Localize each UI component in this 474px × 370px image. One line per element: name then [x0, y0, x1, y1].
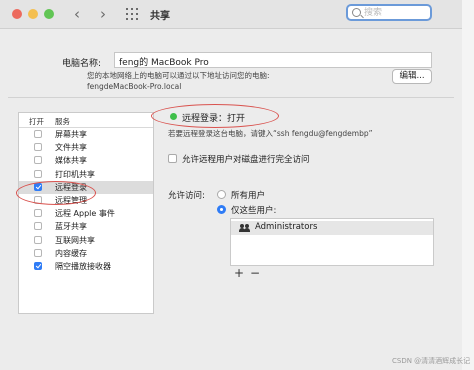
- service-checkbox[interactable]: [34, 222, 42, 231]
- service-label: 打印机共享: [55, 169, 95, 179]
- remove-user-button[interactable]: −: [250, 266, 260, 280]
- service-label: 屏幕共享: [55, 130, 87, 139]
- back-arrow-icon[interactable]: ‹: [74, 5, 80, 23]
- title-bar: ‹ › 共享: [0, 0, 462, 29]
- service-list-header: 打开 服务: [19, 113, 153, 128]
- add-user-button[interactable]: +: [234, 266, 244, 280]
- service-label: 蓝牙共享: [55, 222, 87, 232]
- zoom-button[interactable]: [44, 9, 54, 19]
- service-row[interactable]: 远程 Apple 事件: [19, 207, 153, 220]
- all-users-label: 所有用户: [231, 191, 266, 201]
- service-checkbox[interactable]: [34, 235, 42, 244]
- edit-button[interactable]: 编辑...: [392, 69, 432, 84]
- service-label: 内容缓存: [55, 248, 87, 258]
- forward-arrow-icon[interactable]: ›: [100, 5, 106, 23]
- service-row[interactable]: 内容缓存: [19, 247, 153, 260]
- service-row[interactable]: 互联网共享: [19, 234, 153, 247]
- service-row[interactable]: 打印机共享: [19, 168, 153, 181]
- group-icon: [239, 224, 251, 233]
- service-label: 文件共享: [55, 143, 87, 153]
- service-row[interactable]: 媒体共享: [19, 154, 153, 167]
- service-checkbox[interactable]: [34, 130, 42, 138]
- all-users-radio[interactable]: [217, 190, 226, 199]
- computer-name-label: 电脑名称:: [62, 59, 102, 69]
- service-checkbox[interactable]: [34, 209, 42, 218]
- users-list: Administrators: [230, 218, 434, 266]
- full-disk-access-checkbox[interactable]: [168, 154, 177, 163]
- column-header-on: 打开: [29, 117, 44, 126]
- ssh-hint: 若要远程登录这台电脑，请键入“ssh fengdu@fengdembp”: [168, 129, 373, 138]
- full-disk-access-label: 允许远程用户对磁盘进行完全访问: [182, 155, 310, 165]
- service-label: 隔空播放接收器: [55, 262, 111, 271]
- service-checkbox[interactable]: [34, 248, 42, 257]
- service-checkbox[interactable]: [34, 156, 42, 165]
- annotation-ellipse-status: [151, 104, 279, 128]
- computer-name-input[interactable]: feng的 MacBook Pro: [114, 52, 432, 68]
- allow-access-label: 允许访问:: [168, 191, 205, 201]
- service-checkbox[interactable]: [34, 169, 42, 178]
- computer-address-note: 您的本地网络上的电脑可以通过以下地址访问您的电脑:: [87, 71, 270, 80]
- service-checkbox[interactable]: [34, 143, 42, 152]
- watermark: CSDN @清清酒辉成长记: [392, 357, 471, 365]
- column-header-service: 服务: [55, 117, 70, 126]
- annotation-ellipse-remote-login: [16, 181, 96, 205]
- service-row[interactable]: 蓝牙共享: [19, 220, 153, 233]
- service-list: 打开 服务 屏幕共享 文件共享 媒体共享 打印机共享 远程登录 远程管理 远程 Apple …: [18, 112, 154, 314]
- search-field[interactable]: [346, 4, 432, 21]
- show-all-grid-icon[interactable]: [126, 8, 138, 20]
- window-title: 共享: [150, 11, 170, 22]
- user-row[interactable]: Administrators: [231, 221, 433, 235]
- search-icon: [352, 8, 361, 17]
- only-these-users-label: 仅这些用户:: [231, 206, 277, 216]
- search-input[interactable]: [364, 6, 426, 19]
- user-name: Administrators: [255, 222, 318, 232]
- service-row[interactable]: 隔空播放接收器: [19, 260, 153, 273]
- minimize-button[interactable]: [28, 9, 38, 19]
- service-label: 互联网共享: [55, 235, 95, 245]
- service-row[interactable]: 文件共享: [19, 141, 153, 154]
- service-label: 远程 Apple 事件: [55, 209, 115, 219]
- computer-address: fengdeMacBook-Pro.local: [87, 82, 182, 91]
- close-button[interactable]: [12, 9, 22, 19]
- service-label: 媒体共享: [55, 156, 87, 166]
- sharing-window: ‹ › 共享 电脑名称: feng的 MacBook Pro 您的本地网络上的电…: [0, 0, 463, 370]
- only-these-users-radio[interactable]: [217, 205, 226, 214]
- service-checkbox[interactable]: [34, 262, 42, 270]
- background-window-edge: [462, 0, 474, 370]
- divider: [8, 97, 454, 98]
- service-row[interactable]: 屏幕共享: [19, 128, 153, 141]
